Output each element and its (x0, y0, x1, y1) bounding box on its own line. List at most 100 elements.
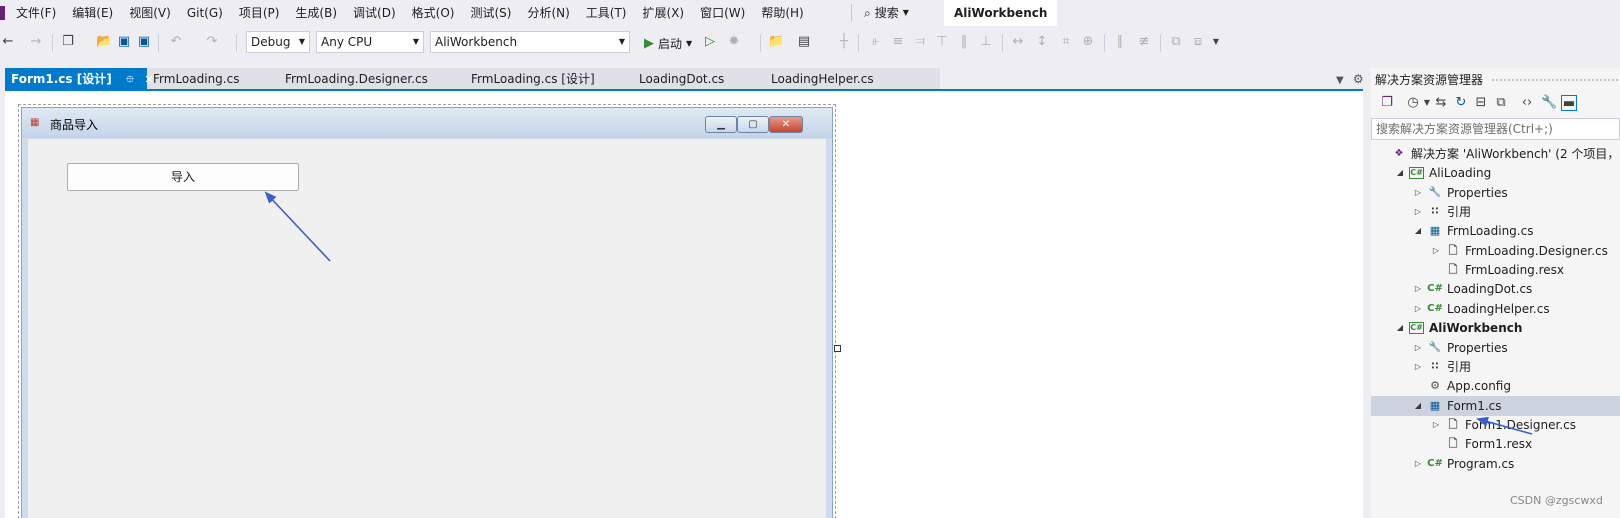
properties-wrench-icon[interactable]: 🔧 (1541, 95, 1557, 111)
tree-node[interactable]: ▷ C# Program.cs (1371, 454, 1620, 474)
tree-node[interactable]: ❖ 解决方案 'AliWorkbench' (2 个项目，共 (1371, 144, 1620, 164)
pin-icon[interactable]: ⯐ (126, 69, 134, 91)
expanded-triangle-icon[interactable]: ◢ (1413, 396, 1423, 416)
startup-project-select[interactable]: AliWorkbench ▼ (430, 31, 630, 53)
tree-node[interactable]: 🗋 Form1.resx (1371, 434, 1620, 454)
tab-frmloading-cs[interactable]: FrmLoading.cs (147, 68, 239, 90)
menu-item[interactable]: 文件(F) (8, 2, 64, 24)
size-to-grid-icon[interactable]: ⌗ (1058, 34, 1074, 50)
menu-item[interactable]: 扩展(X) (634, 2, 692, 24)
navigate-forward-icon[interactable]: → (28, 34, 44, 50)
tab-frmloading-design[interactable]: FrmLoading.cs [设计] (465, 68, 595, 90)
send-to-back-icon[interactable]: ⧈ (1190, 34, 1206, 50)
new-project-icon[interactable]: ❐ (60, 34, 76, 50)
tree-node[interactable]: ◢ ▦ Form1.cs (1371, 395, 1620, 416)
collapse-all-icon[interactable]: ⊟ (1473, 95, 1489, 111)
tree-node[interactable]: ◢ C# AliWorkbench (1371, 318, 1620, 338)
collapsed-triangle-icon[interactable]: ▷ (1413, 279, 1423, 299)
expanded-triangle-icon[interactable]: ◢ (1395, 163, 1405, 183)
tree-node[interactable]: ▷ C# LoadingHelper.cs (1371, 299, 1620, 319)
navigate-back-icon[interactable]: ← (0, 34, 16, 50)
gear-icon[interactable]: ⚙ (1353, 72, 1364, 86)
menu-item[interactable]: 调试(D) (345, 2, 404, 24)
expanded-triangle-icon[interactable]: ◢ (1395, 318, 1405, 338)
menu-item[interactable]: 工具(T) (578, 2, 635, 24)
hot-reload-icon[interactable]: ✹ (726, 34, 742, 50)
menu-item[interactable]: 分析(N) (519, 2, 577, 24)
solution-search-input[interactable]: 搜索解决方案资源管理器(Ctrl+;) (1371, 118, 1620, 140)
layout-icon[interactable]: ▤ (796, 34, 812, 50)
collapsed-triangle-icon[interactable]: ▷ (1413, 357, 1423, 377)
snap-to-grid-icon[interactable]: ┼ (836, 34, 852, 50)
menu-item[interactable]: 格式(O) (404, 2, 463, 24)
align-left-icon[interactable]: ⫦ (868, 34, 884, 50)
form-resize-handle[interactable] (834, 345, 841, 352)
tree-node[interactable]: ▷ 🔧 Properties (1371, 338, 1620, 358)
menu-item[interactable]: 帮助(H) (753, 2, 811, 24)
tree-node[interactable]: ▷ C# LoadingDot.cs (1371, 279, 1620, 299)
search-button[interactable]: ⌕ 搜索 ▼ (864, 2, 909, 24)
tab-loadingdot-cs[interactable]: LoadingDot.cs (633, 68, 724, 90)
bring-to-front-icon[interactable]: ⧉ (1168, 34, 1184, 50)
align-middle-icon[interactable]: ‖ (956, 34, 972, 50)
start-debugging-button[interactable]: ▶ 启动 ▼ (644, 32, 692, 54)
collapsed-triangle-icon[interactable]: ▷ (1413, 202, 1423, 222)
align-center-icon[interactable]: ≡ (890, 34, 906, 50)
menu-item[interactable]: 窗口(W) (692, 2, 753, 24)
configuration-select[interactable]: Debug ▼ (246, 31, 310, 53)
solution-explorer-icon[interactable]: 📁 (768, 34, 784, 50)
toolbar-overflow-icon[interactable]: ▼ (1208, 34, 1224, 50)
save-all-icon[interactable]: ▣ (136, 34, 152, 50)
expanded-triangle-icon[interactable]: ◢ (1413, 221, 1423, 241)
tree-node[interactable]: ◢ C# AliLoading (1371, 163, 1620, 183)
align-top-icon[interactable]: ⊤ (934, 34, 950, 50)
tree-node[interactable]: ▷ ∷ 引用 (1371, 202, 1620, 222)
menu-item[interactable]: 测试(S) (462, 2, 519, 24)
visual-studio-logo-icon[interactable] (0, 6, 5, 20)
zoom-icon[interactable]: ⊕ (1080, 34, 1096, 50)
menu-item[interactable]: 生成(B) (287, 2, 345, 24)
menu-item[interactable]: 视图(V) (121, 2, 179, 24)
preview-selected-icon[interactable]: ▬ (1561, 95, 1577, 111)
tree-node[interactable]: ▷ 🔧 Properties (1371, 183, 1620, 203)
switch-views-icon[interactable]: ❐ (1379, 95, 1395, 111)
collapsed-triangle-icon[interactable]: ▷ (1431, 241, 1441, 261)
redo-icon[interactable]: ↷ (204, 34, 220, 50)
tree-node[interactable]: ◢ ▦ FrmLoading.cs (1371, 221, 1620, 241)
close-icon[interactable]: ✕ (769, 116, 803, 133)
tree-node[interactable]: 🗋 FrmLoading.resx (1371, 260, 1620, 280)
sync-with-document-icon[interactable]: ⇆ (1433, 95, 1449, 111)
import-button[interactable]: 导入 (67, 163, 299, 191)
panel-drag-grip[interactable] (1491, 78, 1620, 82)
horizontal-spacing-icon[interactable]: ∥ (1112, 34, 1128, 50)
collapsed-triangle-icon[interactable]: ▷ (1431, 415, 1441, 435)
save-icon[interactable]: ▣ (116, 34, 132, 50)
make-same-width-icon[interactable]: ↔ (1010, 34, 1026, 50)
collapsed-triangle-icon[interactable]: ▷ (1413, 338, 1423, 358)
platform-select[interactable]: Any CPU ▼ (316, 31, 424, 53)
tab-frmloading-designer[interactable]: FrmLoading.Designer.cs (279, 68, 428, 90)
tree-node[interactable]: ▷ 🗋 Form1.Designer.cs (1371, 415, 1620, 435)
align-right-icon[interactable]: ⫤ (912, 34, 928, 50)
tab-form1-design[interactable]: Form1.cs [设计] ⯐ ✕ (5, 68, 154, 91)
open-folder-icon[interactable]: 📂 (96, 34, 112, 50)
chevron-down-icon[interactable]: ▼ (1336, 75, 1344, 86)
tree-node[interactable]: ⚙ App.config (1371, 376, 1620, 396)
vertical-spacing-icon[interactable]: ≢ (1136, 34, 1152, 50)
show-all-files-icon[interactable]: ⧉ (1493, 95, 1509, 111)
undo-icon[interactable]: ↶ (168, 34, 184, 50)
menu-item[interactable]: 编辑(E) (64, 2, 121, 24)
maximize-icon[interactable]: ▢ (737, 116, 769, 133)
view-code-icon[interactable]: ‹› (1519, 95, 1535, 111)
tab-loadinghelper-cs[interactable]: LoadingHelper.cs (765, 68, 874, 90)
collapsed-triangle-icon[interactable]: ▷ (1413, 454, 1423, 474)
collapsed-triangle-icon[interactable]: ▷ (1413, 183, 1423, 203)
menu-item[interactable]: Git(G) (179, 2, 231, 24)
designed-form-window[interactable]: ▦ 商品导入 ▁ ▢ ✕ 导入 (21, 107, 833, 518)
minimize-icon[interactable]: ▁ (705, 116, 737, 133)
start-without-debugging-icon[interactable]: ▷ (702, 34, 718, 50)
menu-item[interactable]: 项目(P) (231, 2, 288, 24)
align-bottom-icon[interactable]: ⊥ (978, 34, 994, 50)
collapsed-triangle-icon[interactable]: ▷ (1413, 299, 1423, 319)
tab-overflow-controls[interactable]: ▼ ⚙ (1336, 72, 1364, 86)
